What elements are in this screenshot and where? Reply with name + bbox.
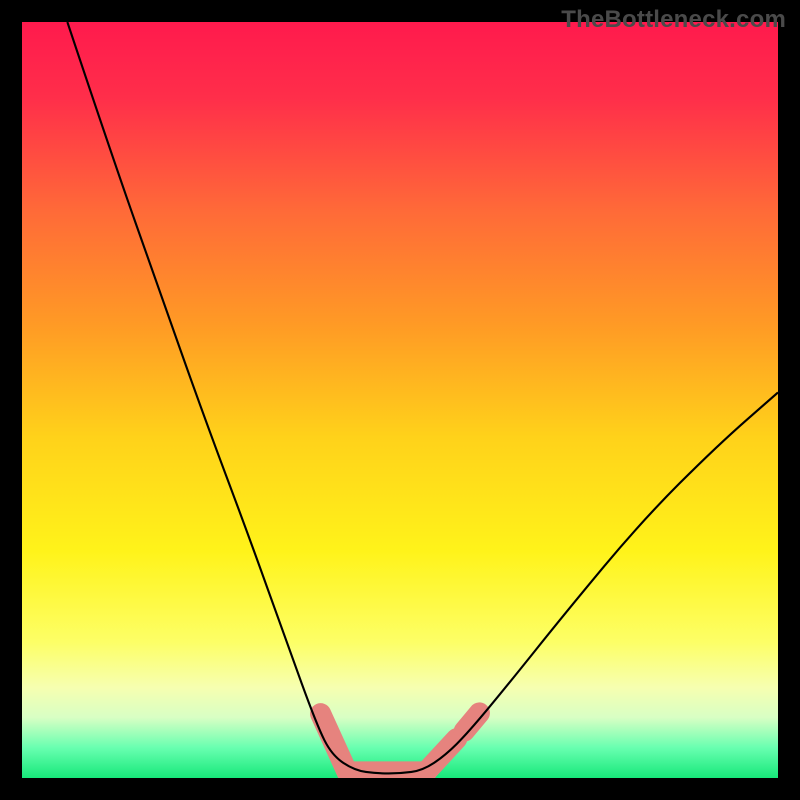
- plot-frame: [22, 22, 778, 778]
- gradient-background: [22, 22, 778, 778]
- attribution-label: TheBottleneck.com: [561, 6, 786, 34]
- chart-root: TheBottleneck.com: [0, 0, 800, 800]
- plot-svg: [22, 22, 778, 778]
